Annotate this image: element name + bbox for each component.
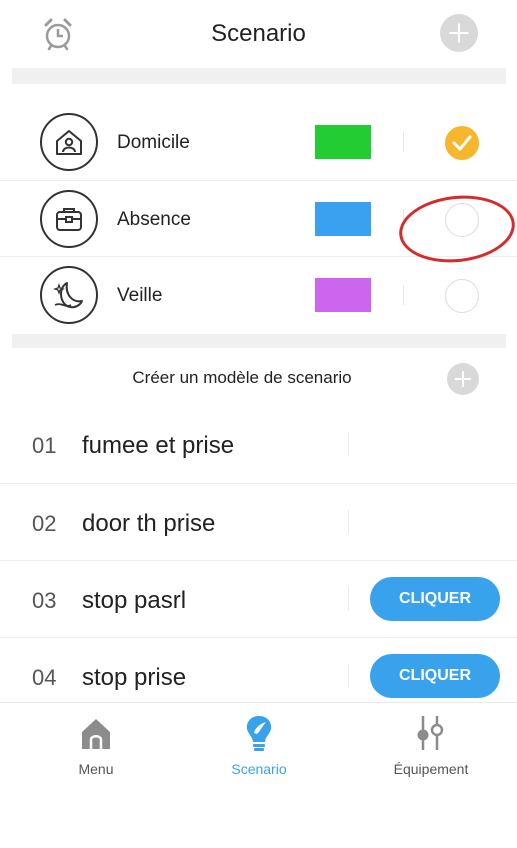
scene-color-swatch [315, 125, 371, 159]
divider [348, 664, 349, 688]
divider [403, 209, 404, 229]
model-number: 01 [32, 433, 57, 458]
cliquer-button[interactable]: CLIQUER [370, 577, 500, 621]
scene-label: Absence [117, 209, 191, 230]
lightbulb-icon [246, 716, 272, 751]
divider [348, 510, 349, 534]
scene-list: Domicile Absence Veille [0, 104, 517, 332]
create-model-row[interactable]: Créer un modèle de scenario [0, 352, 517, 404]
model-number: 02 [32, 511, 57, 536]
scene-row-veille[interactable]: Veille [0, 256, 517, 332]
sliders-icon [417, 716, 444, 750]
unselected-radio[interactable] [445, 279, 479, 313]
divider [348, 432, 349, 456]
tab-equipement[interactable]: Équipement [345, 713, 517, 785]
tab-label: Équipement [393, 761, 469, 777]
home-icon [82, 719, 110, 749]
cliquer-button[interactable]: CLIQUER [370, 654, 500, 698]
scene-label: Veille [117, 285, 163, 306]
create-model-label: Créer un modèle de scenario [132, 368, 352, 387]
model-list: 01 fumee et prise 02 door th prise 03 st… [0, 406, 517, 714]
tab-scenario[interactable]: Scenario [173, 713, 345, 785]
divider [403, 285, 404, 305]
briefcase-icon [40, 190, 98, 248]
selected-check-icon[interactable] [445, 126, 479, 160]
header-bar: Scenario [0, 0, 517, 66]
model-name: door th prise [82, 510, 216, 537]
scene-label: Domicile [117, 132, 190, 153]
bottom-tab-bar: Menu Scenario Équipement [0, 702, 517, 792]
divider [348, 587, 349, 611]
scene-color-swatch [315, 278, 371, 312]
tab-label: Menu [78, 761, 114, 777]
add-scenario-button[interactable] [440, 14, 478, 52]
add-model-button[interactable] [447, 363, 479, 395]
house-person-icon [40, 113, 98, 171]
divider [403, 132, 404, 152]
scene-row-domicile[interactable]: Domicile [0, 104, 517, 180]
model-number: 04 [32, 665, 57, 690]
model-name: fumee et prise [82, 432, 235, 459]
model-row[interactable]: 02 door th prise [0, 483, 517, 560]
model-name: stop pasrl [82, 587, 187, 614]
tab-menu[interactable]: Menu [10, 713, 182, 785]
tab-label: Scenario [231, 761, 287, 777]
scene-row-absence[interactable]: Absence [0, 180, 517, 256]
moon-stars-icon [40, 266, 98, 324]
section-divider [12, 68, 506, 84]
scene-color-swatch [315, 202, 371, 236]
model-number: 03 [32, 588, 57, 613]
section-divider [12, 334, 506, 348]
model-name: stop prise [82, 664, 187, 691]
model-row[interactable]: 01 fumee et prise [0, 406, 517, 483]
model-row[interactable]: 03 stop pasrl CLIQUER [0, 560, 517, 637]
unselected-radio[interactable] [445, 203, 479, 237]
